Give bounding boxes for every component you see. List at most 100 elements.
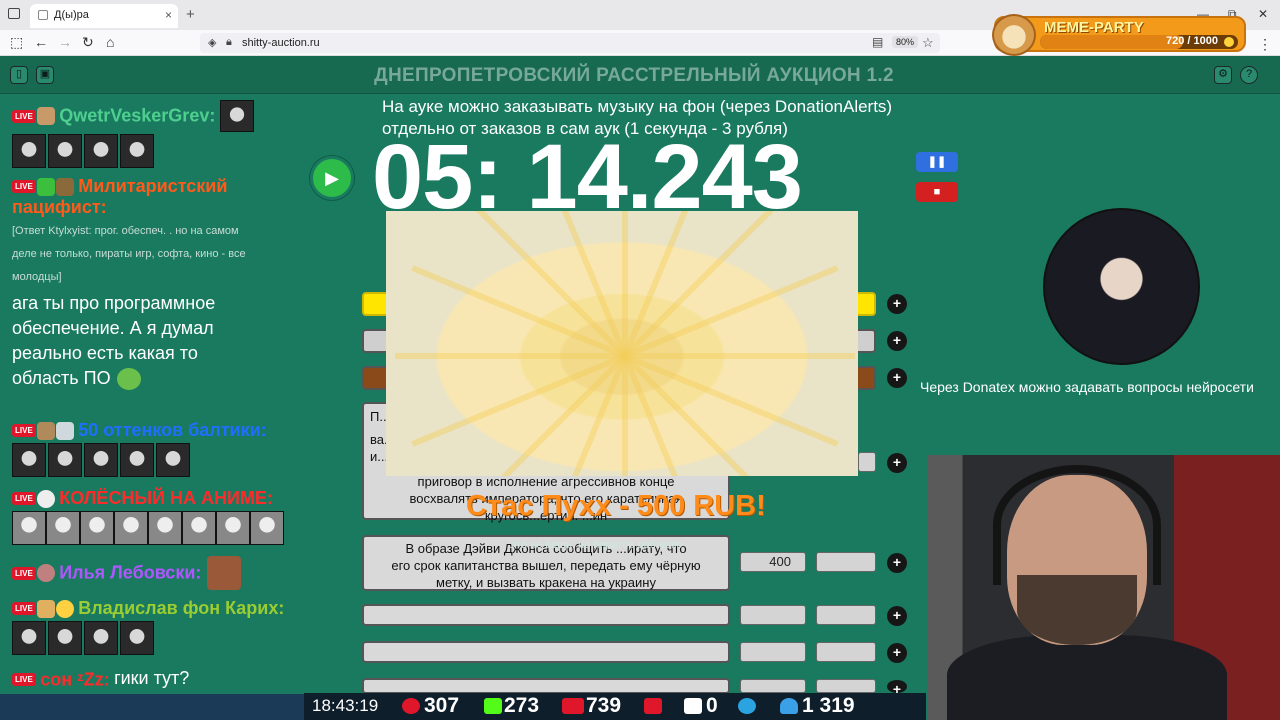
favicon-icon	[38, 10, 48, 20]
chat-message: LIVE 50 оттенков балтики:	[12, 420, 267, 482]
user-badge-icon	[36, 107, 55, 125]
browser-tab[interactable]: Д(ы)ра ×	[30, 4, 178, 28]
amount-spinner[interactable]	[816, 642, 876, 662]
clock: 18:43:19	[312, 696, 379, 715]
chat-username: КОЛЁСНЫЙ НА АНИМЕ:	[59, 488, 273, 508]
skull-emote-icon	[12, 621, 46, 655]
amount-spinner[interactable]	[858, 452, 876, 472]
skull-emote-icon	[120, 134, 154, 168]
skull-emote-icon	[84, 621, 118, 655]
streamer-webcam	[927, 455, 1280, 720]
add-lot-button[interactable]: +	[887, 368, 907, 388]
amount-input[interactable]	[740, 642, 806, 662]
amount-spinner[interactable]	[816, 605, 876, 625]
tab-list-icon[interactable]	[8, 8, 20, 19]
skull-emote-icon	[12, 443, 46, 477]
lot-empty-row[interactable]	[362, 604, 730, 626]
face-emote-icon	[182, 511, 216, 545]
notice-line: На ауке можно заказывать музыку на фон (…	[382, 97, 893, 116]
skull-emote-icon	[84, 443, 118, 477]
play-button[interactable]: ▶	[310, 156, 354, 200]
skull-emote-icon	[84, 134, 118, 168]
chat-username-cont: пацифист:	[12, 197, 107, 217]
live-badge: LIVE	[12, 109, 36, 123]
meme-party-widget: MEME-PARTY 720 / 1000	[992, 14, 1246, 56]
add-lot-button[interactable]: +	[887, 606, 907, 626]
sun-video-overlay	[386, 211, 858, 476]
add-lot-button[interactable]: +	[887, 294, 907, 314]
menu-icon[interactable]: ⋮	[1258, 36, 1272, 53]
chat-username: Милитаристский	[78, 176, 228, 196]
help-icon[interactable]: ?	[1240, 66, 1258, 84]
add-lot-button[interactable]: +	[887, 453, 907, 473]
donatex-note: Через Donatex можно задавать вопросы ней…	[920, 379, 1254, 395]
live-badge: LIVE	[12, 673, 36, 687]
face-emote-icon	[80, 511, 114, 545]
kick-viewers: 273	[504, 694, 540, 717]
close-tab-icon[interactable]: ×	[165, 8, 172, 22]
doge-icon	[992, 14, 1036, 56]
reload-icon[interactable]: ↻	[82, 34, 94, 51]
chat-text: гики тут?	[114, 668, 190, 688]
forward-icon[interactable]: →	[58, 34, 72, 50]
amount-input[interactable]	[740, 605, 806, 625]
vk-live-icon	[562, 698, 584, 714]
chat-username: Владислав фон Карих:	[78, 598, 285, 618]
extension-icon[interactable]: ⬚	[10, 34, 23, 51]
address-bar[interactable]: ◈ 🔒︎ shitty-auction.ru ▤ 80% ☆	[200, 33, 940, 53]
donation-alert-text: Стас Пухх - 500 RUB!	[466, 490, 766, 522]
lot-text: его срок капитанства вышел, передать ему…	[391, 558, 701, 573]
skull-emote-icon	[48, 621, 82, 655]
new-tab-button[interactable]: +	[186, 6, 195, 23]
add-lot-button[interactable]: +	[887, 680, 907, 697]
pause-button[interactable]: ❚❚	[916, 152, 958, 172]
face-emote-icon	[114, 511, 148, 545]
close-window-icon[interactable]: ✕	[1258, 7, 1268, 21]
reply-line: [Ответ Ktylxyist: прог. обеспеч. . но на…	[12, 225, 239, 237]
donation-message: Это не вещь, но пиратов добавлю	[508, 539, 683, 551]
emote-row	[12, 134, 256, 173]
gear-icon[interactable]: ⚙	[1214, 66, 1232, 84]
sun-ray	[395, 353, 625, 359]
add-lot-button[interactable]: +	[887, 331, 907, 351]
add-lot-button[interactable]: +	[887, 643, 907, 663]
amount-input[interactable]	[740, 679, 806, 693]
user-badge-icon	[55, 421, 74, 440]
lot-empty-row[interactable]	[362, 678, 730, 694]
live-badge: LIVE	[12, 602, 36, 615]
skull-emote-icon	[12, 134, 46, 168]
lot-empty-row[interactable]	[362, 641, 730, 663]
sword-badge-icon	[36, 177, 55, 196]
back-icon[interactable]: ←	[34, 34, 48, 50]
add-lot-button[interactable]: +	[887, 553, 907, 573]
shield-icon[interactable]: ◈	[208, 36, 216, 49]
chat-username: QwetrVeskerGrev:	[59, 105, 216, 126]
emote-row	[12, 443, 267, 482]
lock-icon[interactable]: 🔒︎	[226, 36, 232, 49]
tab-title: Д(ы)ра	[54, 9, 89, 21]
home-icon[interactable]: ⌂	[106, 34, 114, 50]
face-emote-icon	[250, 511, 284, 545]
chat-text: обеспечение. А я думал	[12, 318, 214, 338]
url-text: shitty-auction.ru	[242, 37, 320, 49]
beer-badge-icon	[36, 599, 55, 618]
viewer-stats-bar: 18:43:19 307 273 739 0 1 319	[304, 693, 926, 720]
skull-emote-icon	[120, 443, 154, 477]
chat-message: LIVE КОЛЁСНЫЙ НА АНИМЕ:	[12, 488, 284, 550]
meme-party-title: MEME-PARTY	[1044, 19, 1144, 36]
meme-party-progress: 720 / 1000	[1040, 35, 1238, 49]
reader-view-icon[interactable]: ▤	[872, 35, 883, 49]
stop-button[interactable]: ■	[916, 182, 958, 202]
lot-text: метку, и вызвать кракена на украину	[436, 575, 656, 590]
live-badge: LIVE	[12, 424, 36, 437]
user-badge-icon	[36, 421, 55, 440]
zoom-level[interactable]: 80%	[892, 36, 919, 48]
amount-spinner[interactable]	[816, 552, 876, 572]
chat-username: 50 оттенков балтики:	[78, 420, 267, 440]
page-title: ДНЕПРОПЕТРОВСКИЙ РАССТРЕЛЬНЫЙ АУКЦИОН 1.…	[374, 65, 894, 86]
rumble-viewers: 0	[706, 694, 718, 717]
bookmark-star-icon[interactable]: ☆	[922, 35, 934, 51]
amount-input[interactable]: 400	[740, 552, 806, 572]
kick-icon	[484, 698, 502, 714]
amount-spinner[interactable]	[816, 679, 876, 693]
